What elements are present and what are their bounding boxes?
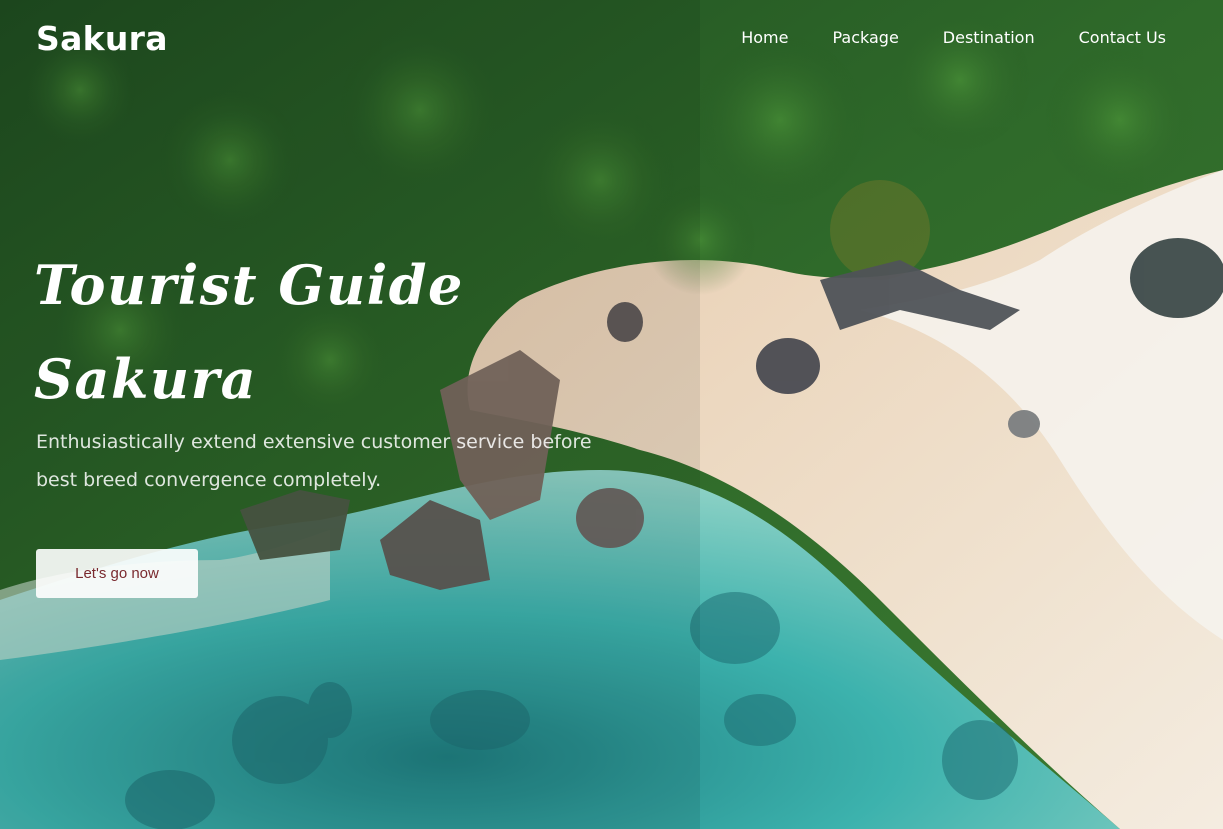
nav-item-contact-us[interactable]: Contact Us xyxy=(1079,27,1166,49)
nav-item-package[interactable]: Package xyxy=(832,27,898,49)
lets-go-now-button[interactable]: Let's go now xyxy=(36,549,198,598)
top-navbar: Sakura Home Package Destination Contact … xyxy=(0,0,1223,78)
hero-title-line-1: Tourist Guide xyxy=(34,253,464,317)
hero-description: Enthusiastically extend extensive custom… xyxy=(36,431,592,491)
nav-item-home[interactable]: Home xyxy=(741,27,788,49)
main-nav: Home Package Destination Contact Us xyxy=(741,27,1166,49)
hero-title: Tourist Guide Sakura xyxy=(34,238,554,426)
nav-item-destination[interactable]: Destination xyxy=(943,27,1035,49)
brand-logo[interactable]: Sakura xyxy=(36,18,168,60)
hero-section: Sakura Home Package Destination Contact … xyxy=(0,0,1223,829)
hero-title-line-2: Sakura xyxy=(34,347,258,411)
